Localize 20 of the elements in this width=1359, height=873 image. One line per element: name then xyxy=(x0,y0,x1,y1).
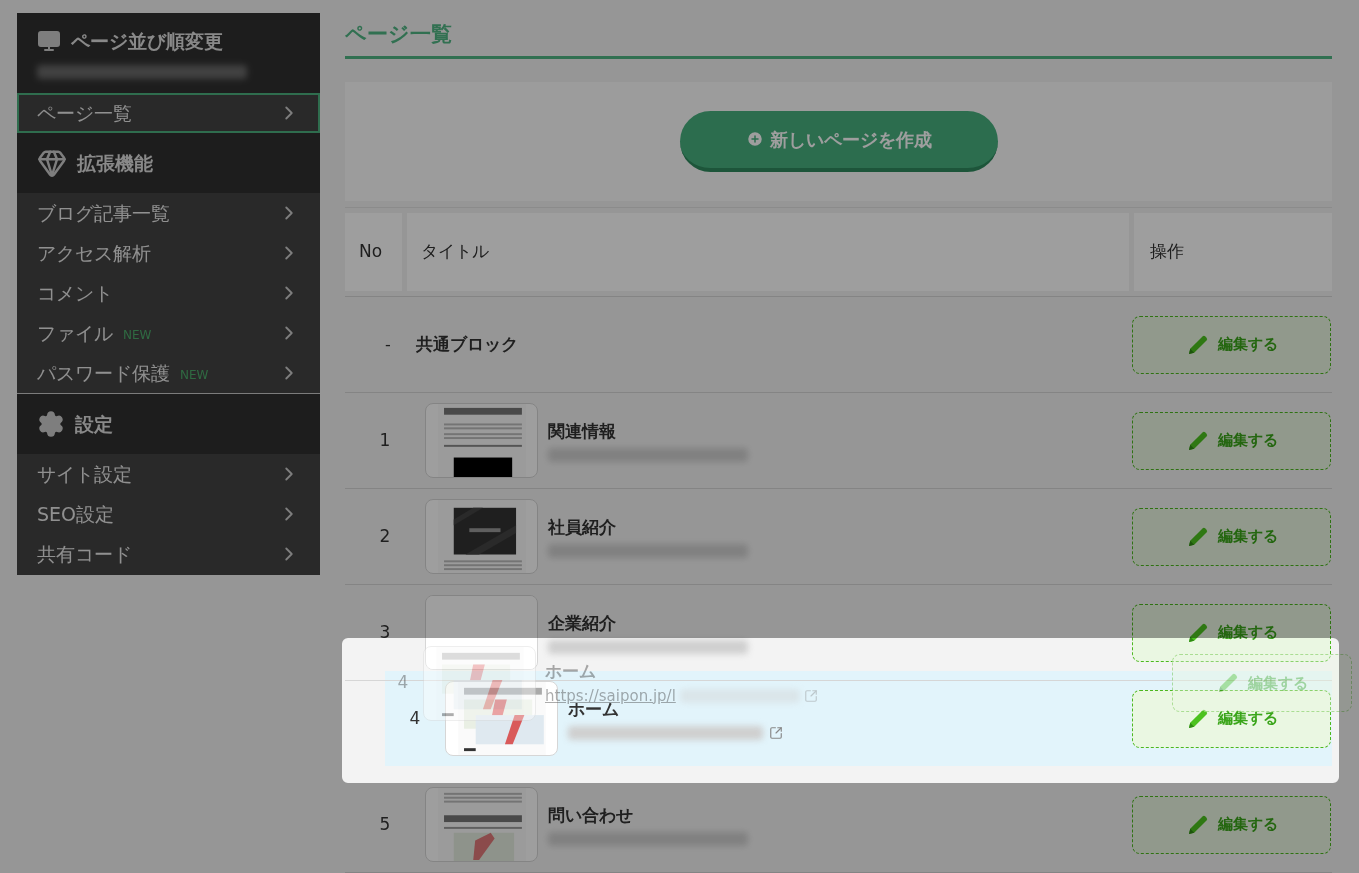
column-header: 操作 xyxy=(1134,212,1332,291)
page-title: ページ一覧 xyxy=(345,20,452,48)
row-title: 企業紹介 xyxy=(548,611,617,635)
row-number: - xyxy=(384,333,392,356)
row-title: 問い合わせ xyxy=(548,803,634,827)
row-title: 関連情報 xyxy=(548,419,617,443)
row-number: 5 xyxy=(378,812,392,836)
new-label: NEW xyxy=(123,327,152,344)
row-title: 社員紹介 xyxy=(548,515,617,539)
row-number: 3 xyxy=(378,620,392,644)
column-header: No xyxy=(345,212,402,291)
row-number: 2 xyxy=(378,524,392,548)
section-title: ページ並び順変更 xyxy=(71,28,223,54)
row-title: 共通ブロック xyxy=(416,332,518,356)
row-number: 1 xyxy=(378,428,392,452)
section-title: 設定 xyxy=(75,411,113,437)
section-title: 拡張機能 xyxy=(77,150,153,176)
row-number: 4 xyxy=(408,706,422,730)
column-header: タイトル xyxy=(407,212,1129,291)
new-label: NEW xyxy=(180,367,209,384)
